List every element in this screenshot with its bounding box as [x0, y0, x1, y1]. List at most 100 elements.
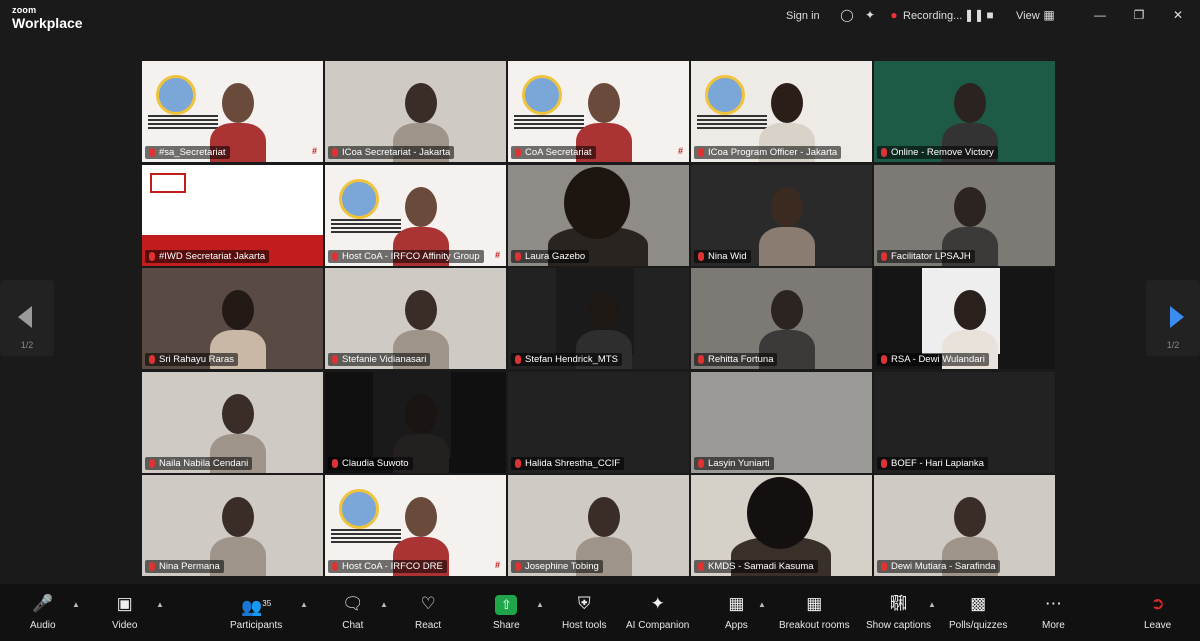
participant-tile[interactable]: Laura Gazebo	[508, 164, 689, 266]
chat-options-caret[interactable]: ▲	[380, 600, 388, 609]
hashtag-mark: #	[494, 249, 500, 260]
muted-mic-icon	[515, 148, 521, 157]
muted-mic-icon	[515, 458, 521, 468]
participant-tile[interactable]: Dewi Mutiara - Sarafinda	[874, 475, 1055, 576]
participant-tile[interactable]: # Host CoA - IRFCO DRE	[325, 475, 506, 576]
participant-tile[interactable]: Claudia Suwoto	[325, 371, 506, 473]
participant-tile[interactable]: Facilitator LPSAJH	[874, 164, 1055, 266]
breakout-rooms-button[interactable]: ▦ Breakout rooms	[779, 592, 850, 631]
shield-icon[interactable]: ◯	[840, 8, 854, 22]
person-silhouette-head	[588, 83, 620, 123]
stop-recording-icon[interactable]: ■	[983, 8, 997, 22]
participant-tile[interactable]: Online - Remove Victory	[874, 61, 1055, 162]
participants-options-caret[interactable]: ▲	[300, 600, 308, 609]
participant-name: Sri Rahayu Raras	[145, 353, 238, 366]
captions-icon: ㍼	[890, 594, 908, 613]
event-banner-graphic	[514, 65, 584, 135]
muted-mic-icon	[881, 251, 887, 261]
apps-button[interactable]: ▦ Apps	[725, 592, 748, 631]
participant-name: Claudia Suwoto	[328, 456, 413, 470]
polls-button[interactable]: ▩ Polls/quizzes	[949, 592, 1007, 631]
video-label: Video	[112, 620, 138, 631]
polls-label: Polls/quizzes	[949, 620, 1008, 631]
participant-name: CoA Secretariat	[511, 146, 596, 159]
muted-mic-icon	[332, 148, 338, 157]
participant-tile[interactable]: Rehitta Fortuna	[691, 268, 872, 369]
person-silhouette-head	[222, 497, 254, 537]
minimize-icon[interactable]: —	[1093, 8, 1107, 22]
leave-button[interactable]: ➲ Leave	[1144, 592, 1171, 631]
participant-tile[interactable]: Halida Shrestha_CCIF	[508, 371, 689, 473]
participant-tile[interactable]: # CoA Secretariat	[508, 61, 689, 162]
camera-icon: ▣	[116, 594, 133, 613]
audio-button[interactable]: 🎤 Audio	[30, 592, 56, 631]
host-tools-label: Host tools	[562, 620, 607, 631]
share-screen-icon: ⇧	[493, 592, 520, 616]
view-menu[interactable]: View	[1016, 10, 1040, 22]
video-gallery: # #sa_Secretariat ICoa Secretariat - Jakar…	[142, 61, 1058, 576]
ai-companion-button[interactable]: ✦ AI Companion	[626, 592, 689, 631]
participant-tile[interactable]: RSA - Dewi Wulandari	[874, 268, 1055, 369]
participant-tile[interactable]: BOEF - Hari Lapianka	[874, 371, 1055, 473]
breakout-rooms-icon: ▦	[806, 594, 823, 613]
sparkle-icon[interactable]: ✦	[863, 8, 877, 22]
show-captions-button[interactable]: ㍼ Show captions	[866, 592, 931, 631]
sign-in-link[interactable]: Sign in	[786, 10, 820, 22]
muted-mic-icon	[332, 458, 338, 468]
host-tools-button[interactable]: ⛨ Host tools	[562, 592, 606, 631]
participant-tile[interactable]: Lasyin Yuniarti	[691, 371, 872, 473]
person-silhouette-head	[954, 83, 986, 123]
participant-name: Facilitator LPSAJH	[877, 249, 975, 263]
video-button[interactable]: ▣ Video	[112, 592, 137, 631]
grid-view-icon[interactable]: ▦	[1042, 8, 1056, 22]
participant-name: Nina Permana	[145, 560, 224, 573]
share-button[interactable]: ⇧ Share	[493, 592, 520, 631]
video-options-caret[interactable]: ▲	[156, 600, 164, 609]
close-icon[interactable]: ✕	[1171, 8, 1185, 22]
recording-status: Recording...	[903, 10, 963, 22]
participants-button[interactable]: 👥35 Participants	[230, 592, 282, 631]
page-indicator-left: 1/2	[20, 340, 34, 350]
previous-page-button[interactable]: 1/2	[0, 280, 54, 356]
participant-tile[interactable]: ICoa Secretariat - Jakarta	[325, 61, 506, 162]
hashtag-mark: #	[494, 560, 500, 570]
page-indicator-right: 1/2	[1166, 340, 1180, 350]
next-page-button[interactable]: 1/2	[1146, 280, 1200, 356]
pause-recording-icon[interactable]: ❚❚	[964, 8, 984, 22]
react-button[interactable]: ♡ React	[415, 592, 441, 631]
muted-mic-icon	[698, 458, 704, 468]
maximize-icon[interactable]: ❐	[1132, 8, 1146, 22]
muted-mic-icon	[149, 562, 155, 571]
audio-options-caret[interactable]: ▲	[72, 600, 80, 609]
hashtag-mark: #	[677, 146, 683, 156]
participant-tile[interactable]: ICoa Program Officer - Jakarta	[691, 61, 872, 162]
more-button[interactable]: ⋯ More	[1042, 592, 1065, 631]
shield-check-icon: ⛨	[577, 594, 591, 613]
participant-tile[interactable]: Nina Permana	[142, 475, 323, 576]
participant-tile[interactable]: Nina Wid	[691, 164, 872, 266]
participant-tile[interactable]: Naila Nabila Cendani	[142, 371, 323, 473]
captions-options-caret[interactable]: ▲	[928, 600, 936, 609]
share-options-caret[interactable]: ▲	[536, 600, 544, 609]
participant-name: Josephine Tobing	[511, 560, 603, 573]
person-silhouette-body	[759, 226, 815, 266]
muted-mic-icon	[515, 251, 521, 261]
participant-tile[interactable]: # #sa_Secretariat	[142, 61, 323, 162]
participant-tile[interactable]: # Host CoA - IRFCO Affinity Group	[325, 164, 506, 266]
ai-companion-label: AI Companion	[626, 620, 690, 631]
participant-tile[interactable]: KMDS - Samadi Kasuma	[691, 475, 872, 576]
arrow-left-icon	[18, 306, 32, 328]
leave-label: Leave	[1144, 620, 1172, 631]
participant-tile[interactable]: Stefanie Vidianasari	[325, 268, 506, 369]
participant-tile[interactable]: Stefan Hendrick_MTS	[508, 268, 689, 369]
muted-mic-icon	[149, 355, 155, 364]
event-banner-graphic	[697, 65, 767, 135]
participant-tile[interactable]: # #IWD Secretariat Jakarta	[142, 164, 323, 266]
participant-name: Dewi Mutiara - Sarafinda	[877, 560, 1000, 573]
participant-tile[interactable]: Sri Rahayu Raras	[142, 268, 323, 369]
chat-button[interactable]: 🗨 Chat	[342, 592, 364, 631]
participant-tile[interactable]: Josephine Tobing	[508, 475, 689, 576]
share-label: Share	[493, 620, 520, 631]
person-silhouette-head	[771, 290, 803, 330]
apps-options-caret[interactable]: ▲	[758, 600, 766, 609]
